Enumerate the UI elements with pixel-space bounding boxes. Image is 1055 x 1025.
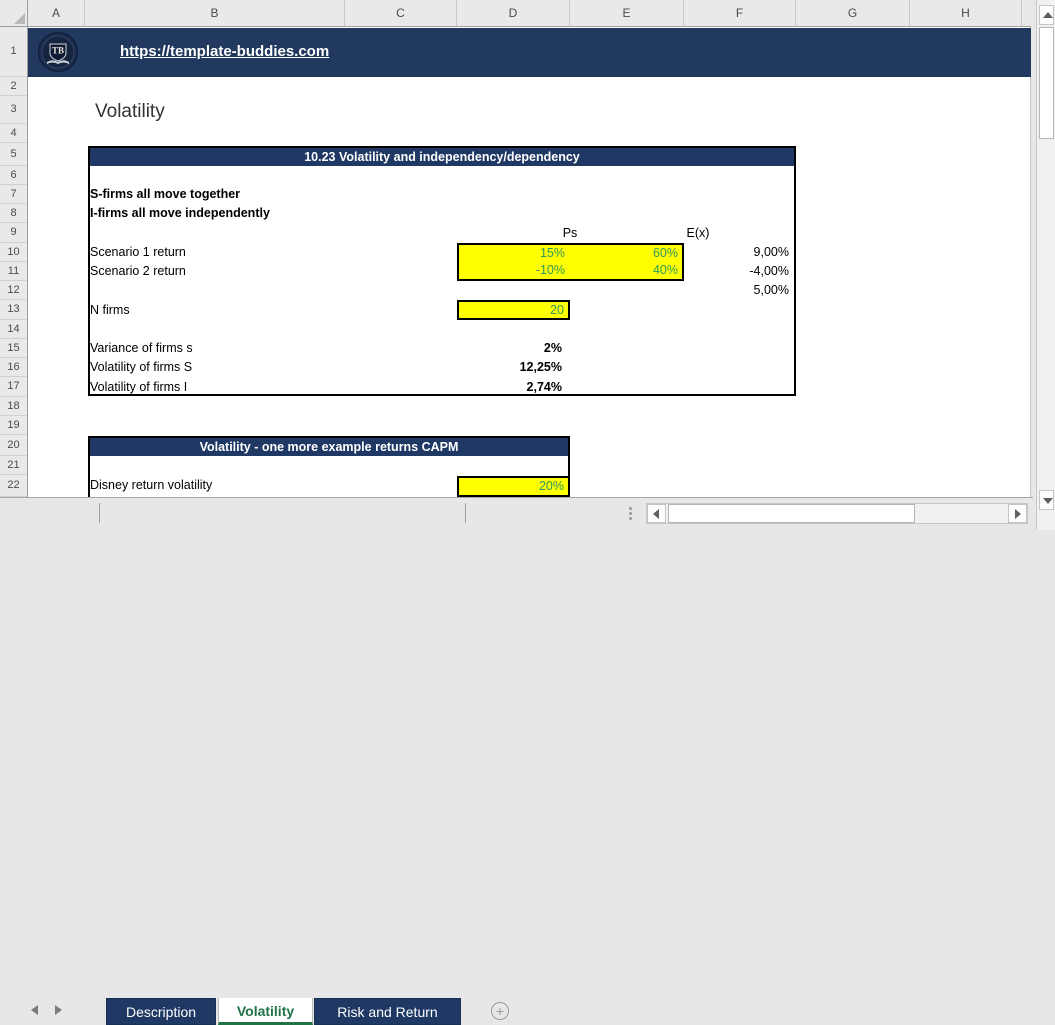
stat-value: 12,25% bbox=[519, 360, 562, 374]
tab-bar-divider bbox=[465, 503, 466, 523]
arrow-down-icon bbox=[1043, 498, 1053, 504]
stat-value: 2,74% bbox=[526, 380, 562, 394]
row-header[interactable]: 2 bbox=[0, 77, 27, 96]
column-header-band: A B C D E F G H bbox=[28, 0, 1031, 27]
row-header[interactable]: 11 bbox=[0, 262, 27, 281]
arrow-up-icon bbox=[1043, 12, 1053, 18]
column-header-e[interactable]: E bbox=[570, 0, 684, 26]
scroll-left-button[interactable] bbox=[647, 504, 666, 523]
scenario1-label: Scenario 1 return bbox=[90, 245, 186, 259]
splitter-dots-icon[interactable] bbox=[629, 507, 632, 510]
tab-scroll-left-icon[interactable] bbox=[31, 1005, 38, 1015]
column-header-g[interactable]: G bbox=[796, 0, 910, 26]
arrow-left-icon bbox=[653, 509, 659, 519]
row-header[interactable]: 6 bbox=[0, 166, 27, 185]
new-sheet-button[interactable]: + bbox=[491, 1002, 509, 1020]
select-all-corner[interactable] bbox=[0, 0, 28, 27]
table1-title-bar: 10.23 Volatility and independency/depend… bbox=[90, 148, 794, 166]
column-header-h[interactable]: H bbox=[910, 0, 1022, 26]
row-header[interactable]: 13 bbox=[0, 300, 27, 320]
vertical-scrollbar[interactable] bbox=[1036, 0, 1055, 530]
template-buddies-link[interactable]: https://template-buddies.com bbox=[120, 43, 329, 60]
row-header[interactable]: 12 bbox=[0, 281, 27, 300]
scenario2-prob-input[interactable]: 40% bbox=[569, 262, 682, 279]
table1-header-ps: Ps bbox=[562, 226, 578, 240]
n-firms-input[interactable]: 20 bbox=[457, 300, 570, 320]
row-header[interactable]: 9 bbox=[0, 223, 27, 243]
row-header[interactable]: 19 bbox=[0, 416, 27, 435]
stat-label: Volatility of firms S bbox=[90, 360, 193, 374]
sheet-tab-volatility[interactable]: Volatility bbox=[218, 998, 313, 1025]
row-header[interactable]: 21 bbox=[0, 456, 27, 475]
stat-label: Volatility of firms I bbox=[90, 380, 188, 394]
column-header-b[interactable]: B bbox=[85, 0, 345, 26]
horizontal-scrollbar[interactable] bbox=[646, 503, 1028, 524]
tab-bar-divider bbox=[99, 503, 100, 523]
scroll-right-button[interactable] bbox=[1008, 504, 1027, 523]
disney-volatility-input[interactable]: 20% bbox=[457, 476, 570, 497]
expected-sum-value: 5,00% bbox=[753, 283, 789, 297]
vertical-scroll-thumb[interactable] bbox=[1039, 27, 1054, 139]
row-header[interactable]: 15 bbox=[0, 339, 27, 358]
row-header[interactable]: 16 bbox=[0, 358, 27, 377]
column-header-c[interactable]: C bbox=[345, 0, 457, 26]
row-header[interactable]: 1 bbox=[0, 27, 27, 77]
page-title: Volatility bbox=[95, 101, 165, 122]
sheet-tab-description[interactable]: Description bbox=[106, 998, 216, 1025]
n-firms-label: N firms bbox=[90, 303, 130, 317]
row-header[interactable]: 14 bbox=[0, 320, 27, 339]
table2-title-bar: Volatility - one more example returns CA… bbox=[90, 438, 568, 456]
tab-scroll-right-icon[interactable] bbox=[55, 1005, 62, 1015]
row-header[interactable]: 7 bbox=[0, 185, 27, 204]
spreadsheet-grid[interactable]: TB https://template-buddies.com Volatili… bbox=[28, 27, 1031, 497]
stat-value: 2% bbox=[543, 341, 562, 355]
row-header[interactable]: 8 bbox=[0, 204, 27, 223]
sheet-tab-risk-and-return[interactable]: Risk and Return bbox=[314, 998, 461, 1025]
table1-note2: I-firms all move independently bbox=[90, 206, 270, 220]
row-header[interactable]: 10 bbox=[0, 243, 27, 262]
brand-banner: TB https://template-buddies.com bbox=[28, 28, 1031, 77]
select-all-triangle-icon bbox=[14, 13, 25, 24]
column-header-a[interactable]: A bbox=[28, 0, 85, 26]
scenario1-expected-value: 9,00% bbox=[753, 245, 789, 259]
scenario1-return-input[interactable]: 15% bbox=[459, 245, 569, 262]
horizontal-scroll-thumb[interactable] bbox=[668, 504, 915, 523]
scenario2-label: Scenario 2 return bbox=[90, 264, 186, 278]
row-header[interactable]: 17 bbox=[0, 377, 27, 397]
row-header[interactable]: 4 bbox=[0, 124, 27, 143]
row-header[interactable]: 18 bbox=[0, 397, 27, 416]
row-header[interactable]: 5 bbox=[0, 143, 27, 166]
scenario1-prob-input[interactable]: 60% bbox=[569, 245, 682, 262]
svg-text:TB: TB bbox=[52, 46, 64, 56]
scenario2-return-input[interactable]: -10% bbox=[459, 262, 569, 279]
arrow-right-icon bbox=[1015, 509, 1021, 519]
table1-header-ex: E(x) bbox=[686, 226, 710, 240]
row-header[interactable]: 22 bbox=[0, 475, 27, 497]
splitter-dots-icon[interactable] bbox=[629, 517, 632, 520]
template-buddies-logo: TB bbox=[38, 32, 78, 72]
column-header-f[interactable]: F bbox=[684, 0, 796, 26]
row-header[interactable]: 20 bbox=[0, 435, 27, 456]
row-header-gutter: 1 2 3 4 5 6 7 8 9 10 11 12 13 14 15 16 1… bbox=[0, 27, 28, 497]
row-header[interactable]: 3 bbox=[0, 96, 27, 124]
disney-volatility-label: Disney return volatility bbox=[90, 478, 213, 492]
scenario-input-block[interactable]: 15% 60% -10% 40% bbox=[457, 243, 684, 281]
scroll-up-button[interactable] bbox=[1039, 5, 1054, 25]
new-sheet-icon: + bbox=[495, 1003, 505, 1019]
scenario2-expected-value: -4,00% bbox=[749, 264, 789, 278]
table1-note1: S-firms all move together bbox=[90, 187, 241, 201]
column-header-d[interactable]: D bbox=[457, 0, 570, 26]
splitter-dots-icon[interactable] bbox=[629, 512, 632, 515]
stat-label: Variance of firms s bbox=[90, 341, 193, 355]
scroll-down-button[interactable] bbox=[1039, 490, 1054, 510]
